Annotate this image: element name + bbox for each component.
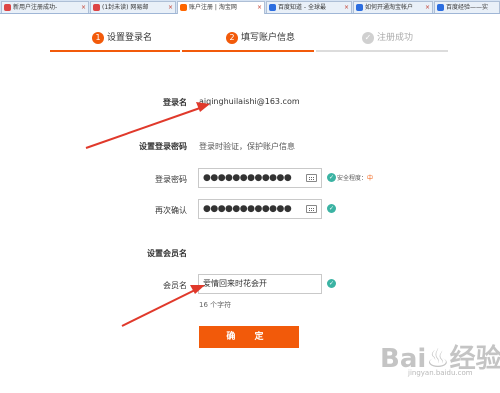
annotation-arrow-member	[121, 285, 205, 327]
annotation-arrows	[85, 102, 210, 327]
annotation-arrow-login	[85, 102, 210, 149]
baidu-watermark-url: jingyan.baidu.com	[408, 369, 473, 377]
